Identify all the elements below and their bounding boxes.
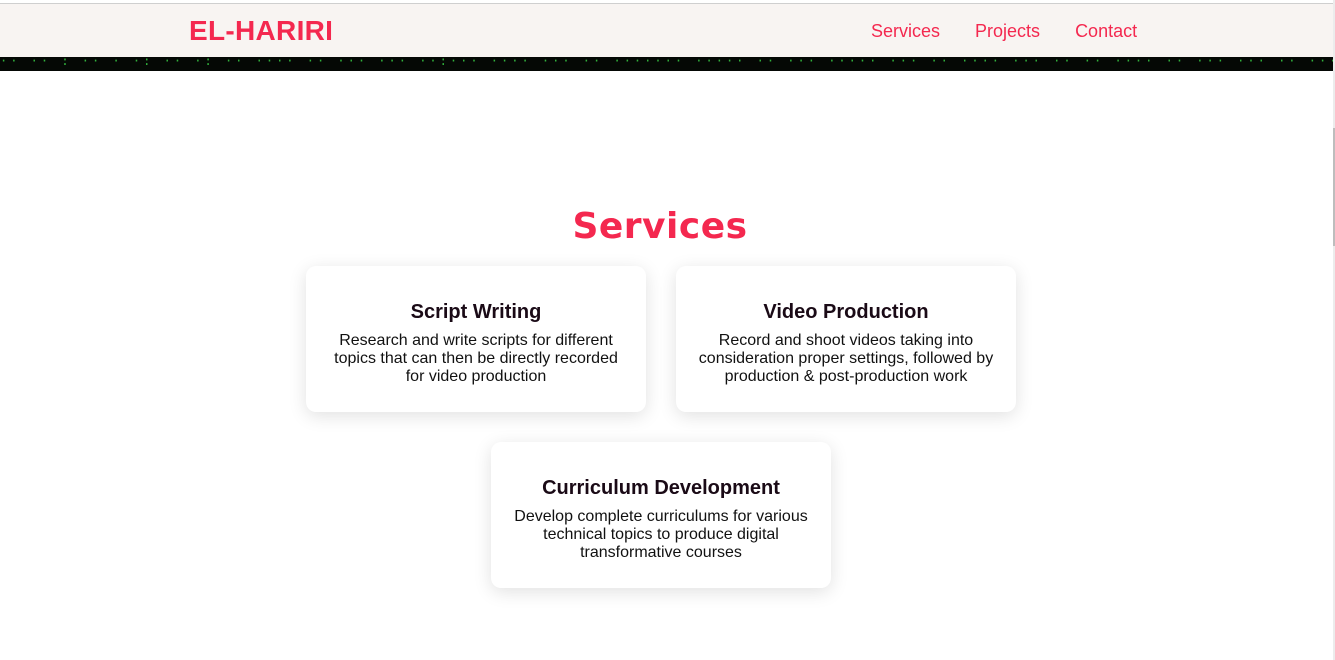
service-card-script-writing: Script Writing Research and write script… <box>306 266 646 412</box>
service-card-title: Video Production <box>763 301 929 323</box>
service-card-description: Research and write scripts for different… <box>334 332 618 385</box>
nav-link-projects[interactable]: Projects <box>975 21 1040 41</box>
nav-link-services[interactable]: Services <box>871 21 940 41</box>
nav-link-contact[interactable]: Contact <box>1075 21 1137 41</box>
matrix-code-decoration: ·· ·· : ·· · ·: ·· ·: ·· ···· ·· ··· ···… <box>0 57 1333 68</box>
service-card-title: Curriculum Development <box>542 477 780 499</box>
brand-logo-text[interactable]: EL-HARIRI <box>189 16 333 46</box>
nav-links: Services Projects Contact <box>871 21 1137 41</box>
service-card-video-production: Video Production Record and shoot videos… <box>676 266 1016 412</box>
service-card-description: Record and shoot videos taking into cons… <box>698 332 994 385</box>
hero-image-strip: ·· ·· : ·· · ·: ·· ·: ·· ···· ·· ··· ···… <box>0 57 1333 71</box>
service-card-curriculum-development: Curriculum Development Develop complete … <box>491 442 831 588</box>
navbar: EL-HARIRI Services Projects Contact <box>0 4 1333 57</box>
services-heading: Services <box>572 205 748 247</box>
service-card-title: Script Writing <box>410 301 542 323</box>
service-card-description: Develop complete curriculums for various… <box>514 508 808 561</box>
